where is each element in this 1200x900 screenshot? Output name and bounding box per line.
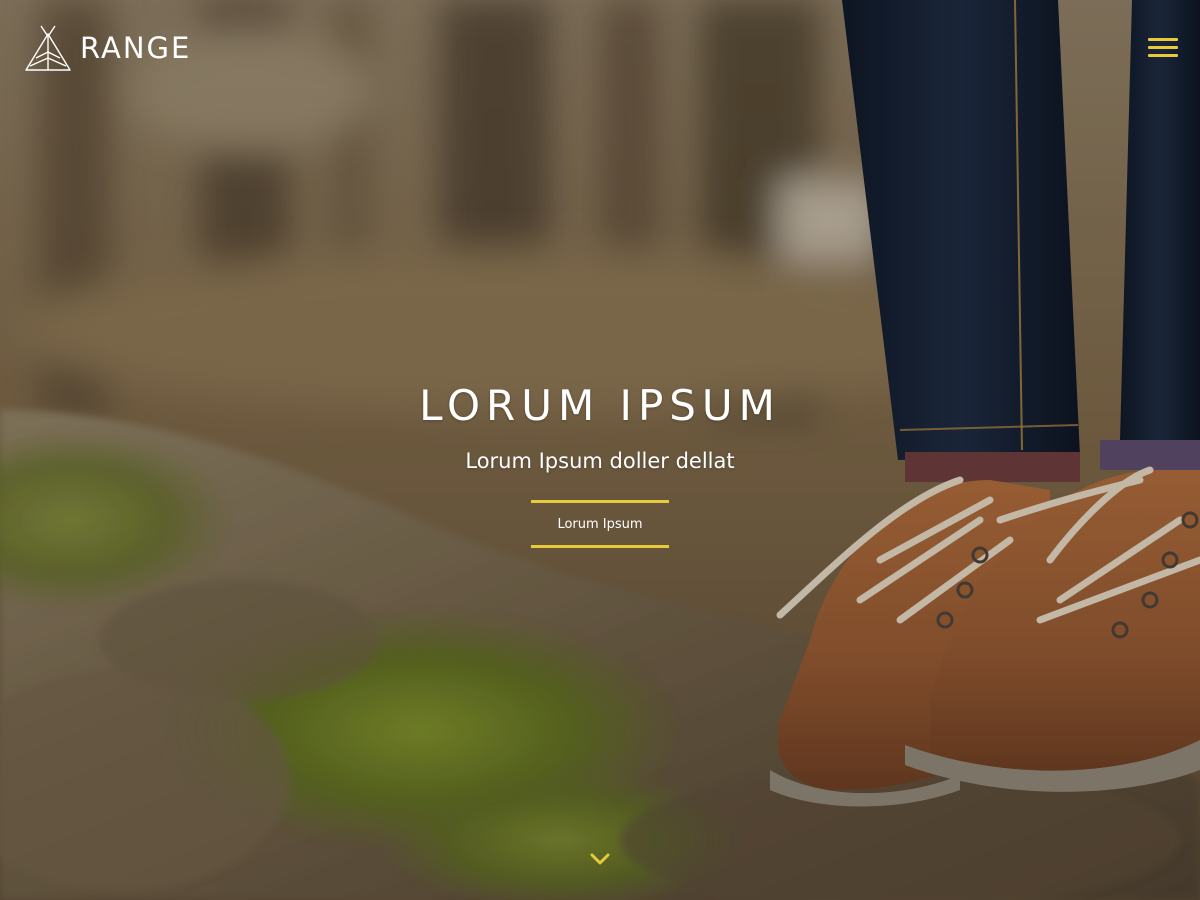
teepee-icon [25,25,71,71]
menu-bar-bottom [1148,54,1178,57]
brand-logo[interactable]: RANGE [24,24,191,72]
menu-bar-middle [1148,46,1178,49]
hero-content: LORUM IPSUM Lorum Ipsum doller dellat Lo… [300,378,900,548]
hero-title: LORUM IPSUM [419,381,781,430]
hero-subtitle: Lorum Ipsum doller dellat [465,449,735,473]
chevron-down-icon[interactable] [590,852,610,866]
menu-bar-top [1148,38,1178,41]
hero-cta-button[interactable]: Lorum Ipsum [531,500,669,548]
hero-section: RANGE LORUM IPSUM Lorum Ipsum doller del… [0,0,1200,900]
hamburger-menu-icon[interactable] [1148,38,1178,60]
brand-name: RANGE [80,31,192,65]
